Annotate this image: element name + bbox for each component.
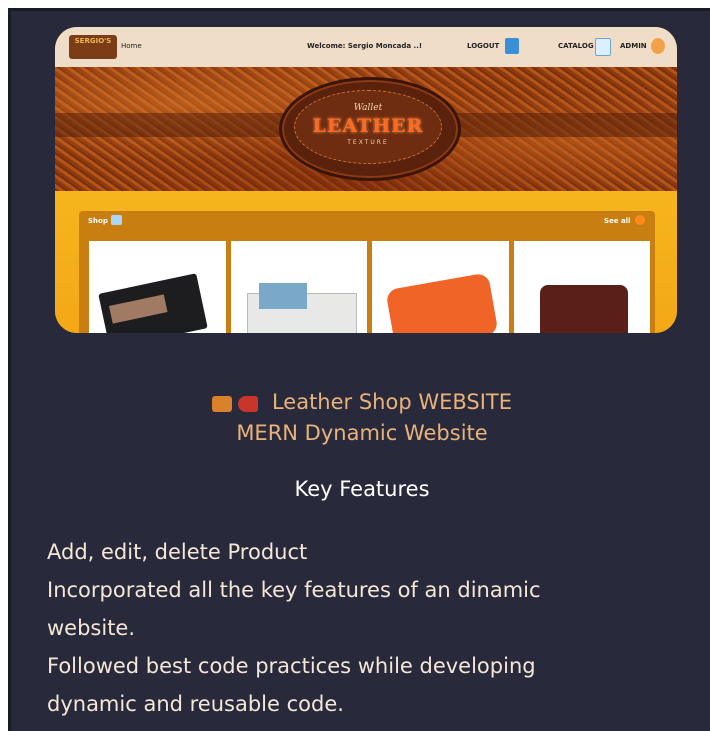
nav-home-link: Home xyxy=(121,42,142,50)
nav-logout-link: LOGOUT xyxy=(467,42,500,50)
key-features-heading: Key Features xyxy=(294,477,430,501)
briefcase-icon xyxy=(211,396,232,412)
banknote-image xyxy=(258,283,307,309)
features-description: Add, edit, delete Product Incorporated a… xyxy=(47,533,647,723)
badge-sub-text: TEXTURE xyxy=(347,139,389,146)
title-icons xyxy=(211,388,264,418)
feature-line-3: website. xyxy=(47,616,136,640)
welcome-message: Welcome: Sergio Moncada ..! xyxy=(307,42,423,50)
nav-admin-link: ADMIN xyxy=(620,42,647,50)
shoe-icon xyxy=(237,396,258,412)
project-card: SERGIO'S Home Welcome: Sergio Moncada ..… xyxy=(8,8,710,731)
product-card-brown-wallet xyxy=(513,241,650,333)
logout-icon xyxy=(505,38,519,54)
admin-avatar-icon xyxy=(651,38,665,54)
badge-main-text: LEATHER xyxy=(312,115,424,137)
feature-line-2: Incorporated all the key features of an … xyxy=(47,578,541,602)
project-title: Leather Shop WEBSITE MERN Dynamic Websit… xyxy=(11,387,710,448)
shop-panel: Shop See all xyxy=(79,211,655,333)
feature-line-5: dynamic and reusable code. xyxy=(47,692,344,716)
screenshot-navbar: SERGIO'S Home Welcome: Sergio Moncada ..… xyxy=(55,27,677,67)
black-wallet-image xyxy=(98,273,208,333)
product-card-orange-wallet xyxy=(372,241,509,333)
leather-hero-banner: Wallet LEATHER TEXTURE xyxy=(55,67,677,191)
title-line-1: Leather Shop WEBSITE xyxy=(11,387,710,418)
title-text-1: Leather Shop WEBSITE xyxy=(271,390,513,414)
logo-text: SERGIO'S xyxy=(74,37,112,45)
badge-script-text: Wallet xyxy=(353,103,383,113)
leather-badge: Wallet LEATHER TEXTURE xyxy=(279,77,461,181)
shop-label: Shop xyxy=(88,217,108,225)
product-grid xyxy=(89,241,650,333)
website-screenshot: SERGIO'S Home Welcome: Sergio Moncada ..… xyxy=(55,27,677,333)
feature-line-1: Add, edit, delete Product xyxy=(47,540,308,564)
orange-wallet-image xyxy=(385,272,499,333)
title-text-2: MERN Dynamic Website xyxy=(236,421,488,445)
catalog-icon xyxy=(595,38,611,56)
product-card-white-wallet xyxy=(230,241,367,333)
product-card-black-wallet xyxy=(89,241,226,333)
feature-line-4: Followed best code practices while devel… xyxy=(47,654,536,678)
nav-catalog-link: CATALOG xyxy=(558,42,594,50)
see-all-link: See all xyxy=(604,217,631,225)
shop-section: Shop See all xyxy=(55,191,677,333)
brand-logo: SERGIO'S xyxy=(69,35,117,59)
badge-inner: Wallet LEATHER TEXTURE xyxy=(294,90,442,164)
see-all-icon xyxy=(635,215,645,225)
brown-wallet-image xyxy=(539,285,628,333)
shop-icon xyxy=(111,215,122,225)
